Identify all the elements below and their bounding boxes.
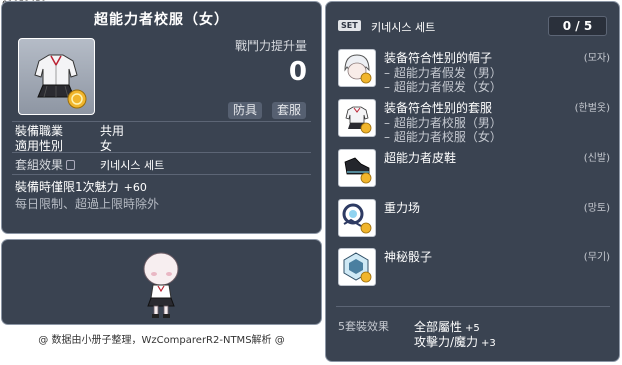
set-effect-text: 全部屬性	[414, 320, 463, 334]
divider	[336, 306, 610, 307]
set-item-sub: – 超能力者假发（女）	[384, 80, 502, 94]
cape-icon	[338, 199, 376, 237]
set-item-type: (망토)	[583, 203, 610, 214]
set-item-name: 超能力者皮鞋	[384, 151, 457, 165]
avatar	[143, 252, 179, 318]
equip-limit-text: 裝備時僅限1次魅力	[15, 180, 119, 194]
divider	[12, 174, 311, 175]
set-item-type: (신발)	[583, 153, 610, 164]
set-item-cape: 重力场 (망토)	[338, 199, 610, 239]
set-effect-value: +3	[481, 338, 496, 349]
set-item-shoes: 超能力者皮鞋 (신발)	[338, 149, 610, 189]
set-badge: SET	[338, 20, 361, 31]
item-icon-frame	[18, 38, 95, 115]
tag-armor: 防具	[228, 102, 263, 119]
equip-limit-bonus: +60	[123, 181, 147, 194]
set-effect-label: 套組效果	[15, 158, 64, 172]
set-item-sub: – 超能力者校服（女）	[384, 130, 502, 144]
uniform-icon	[338, 99, 376, 137]
tag-overall: 套服	[272, 102, 307, 119]
set-item-hat: 装备符合性别的帽子 – 超能力者假发（男） – 超能力者假发（女） (모자)	[338, 49, 610, 94]
set-item-type: (한벌옷)	[574, 103, 610, 114]
set-panel: SET 키네시스 세트 0 / 5 装备符合性别的帽子 – 超能力者假发（男） …	[325, 1, 620, 362]
set-title: 키네시스 세트	[371, 21, 436, 34]
footer-note: @ 数据由小册子整理，WzComparerR2-NTMS解析 @	[38, 335, 285, 346]
set-item-type: (무기)	[583, 252, 610, 263]
wig-icon	[338, 49, 376, 87]
uniform-icon	[34, 54, 87, 109]
set-item-type: (모자)	[583, 53, 610, 64]
divider	[12, 152, 311, 153]
set-effect-label: 5套裝效果	[338, 320, 389, 333]
set-effect-stat: 攻擊力/魔力 +3	[414, 333, 496, 350]
combat-power-value: 0	[288, 57, 307, 87]
lock-icon	[66, 160, 76, 170]
set-item-name: 重力场	[384, 201, 421, 215]
equip-limit: 裝備時僅限1次魅力 +60	[15, 178, 147, 195]
set-count: 0 / 5	[548, 16, 607, 36]
set-item-name: 神秘骰子	[384, 250, 433, 264]
set-item-weapon: 神秘骰子 (무기)	[338, 248, 610, 288]
set-item-overall: 装备符合性别的套服 – 超能力者校服（男） – 超能力者校服（女） (한벌옷)	[338, 99, 610, 144]
stat-label: 裝備職業	[15, 124, 64, 138]
shoes-icon	[338, 149, 376, 187]
item-tooltip-panel: 超能力者校服（女） 戰鬥力提升量 0 防具 套服 裝備職業 共用 適用性別 女 …	[1, 1, 322, 234]
set-effect-text: 攻擊力/魔力	[414, 335, 479, 349]
set-effect-row: 套組效果 키네시스 세트	[15, 156, 164, 173]
character-preview-panel	[1, 239, 322, 325]
combat-power-label: 戰鬥力提升量	[234, 39, 307, 53]
limit-note: 每日限制、超過上限時除外	[15, 197, 160, 211]
stat-label: 適用性別	[15, 139, 64, 153]
set-effect-name: 키네시스 세트	[100, 159, 165, 172]
dice-icon	[338, 248, 376, 286]
item-title: 超能力者校服（女）	[94, 12, 229, 28]
